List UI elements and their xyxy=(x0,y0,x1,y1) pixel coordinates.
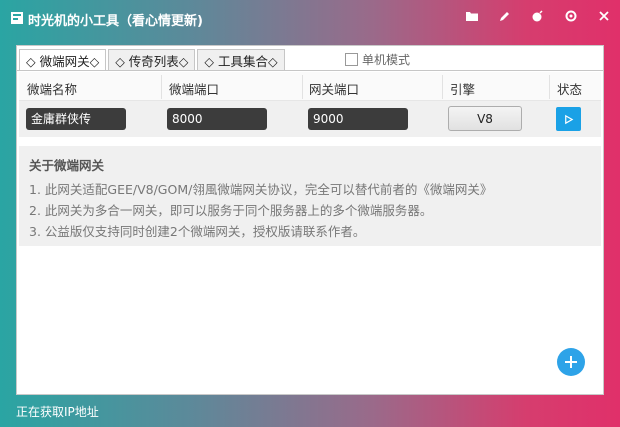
column-divider xyxy=(161,75,162,99)
column-divider xyxy=(302,75,303,99)
start-button[interactable] xyxy=(556,107,581,131)
header-status: 状态 xyxy=(557,82,583,97)
status-text: 正在获取IP地址 xyxy=(16,405,99,419)
gateway-port-field[interactable]: 9000 xyxy=(308,108,408,130)
pencil-icon[interactable] xyxy=(488,0,521,32)
header-gateway-port: 网关端口 xyxy=(309,82,360,97)
app-icon xyxy=(10,11,24,25)
column-divider xyxy=(442,75,443,99)
header-engine: 引擎 xyxy=(450,82,476,97)
engine-button[interactable]: V8 xyxy=(448,106,522,131)
folder-icon[interactable] xyxy=(455,0,488,32)
tab-bar: ◇ 微端网关◇ ◇ 传奇列表◇ ◇ 工具集合◇ xyxy=(19,49,287,71)
play-icon xyxy=(565,114,574,124)
header-micro-port: 微端端口 xyxy=(169,82,220,97)
about-section: 关于微端网关 1. 此网关适配GEE/V8/GOM/翎風微端网关协议，完全可以替… xyxy=(19,146,601,246)
about-line-3: 3. 公益版仅支持同时创建2个微端网关，授权版请联系作者。 xyxy=(29,224,366,239)
table-header: 微端名称 微端端口 网关端口 引擎 状态 xyxy=(19,72,601,101)
header-micro-name: 微端名称 xyxy=(27,82,78,97)
tab-tool-collection[interactable]: ◇ 工具集合◇ xyxy=(197,49,285,70)
tab-legend-list[interactable]: ◇ 传奇列表◇ xyxy=(108,49,196,70)
about-title: 关于微端网关 xyxy=(29,158,105,173)
gateway-table: 微端名称 微端端口 网关端口 引擎 状态 金庸群侠传 8000 9000 V8 xyxy=(19,72,601,137)
bomb-icon[interactable] xyxy=(521,0,554,32)
about-line-1: 1. 此网关适配GEE/V8/GOM/翎風微端网关协议，完全可以替代前者的《微端… xyxy=(29,182,493,197)
standalone-label: 单机模式 xyxy=(362,53,411,67)
main-panel: ◇ 微端网关◇ ◇ 传奇列表◇ ◇ 工具集合◇ 单机模式 微端名称 微端端口 网… xyxy=(16,45,604,395)
window-title: 时光机的小工具（看心情更新) xyxy=(28,14,203,29)
gear-icon[interactable] xyxy=(554,0,587,32)
add-gateway-button[interactable] xyxy=(557,348,585,376)
plus-icon xyxy=(565,356,577,368)
column-divider xyxy=(549,75,550,99)
standalone-checkbox[interactable] xyxy=(345,53,358,66)
about-line-2: 2. 此网关为多合一网关，即可以服务于同个服务器上的多个微端服务器。 xyxy=(29,203,433,218)
close-icon[interactable] xyxy=(587,0,620,32)
standalone-mode-toggle[interactable]: 单机模式 xyxy=(345,51,410,68)
tab-divider xyxy=(17,70,603,71)
title-bar[interactable]: 时光机的小工具（看心情更新) xyxy=(0,0,620,36)
micro-port-field[interactable]: 8000 xyxy=(167,108,267,130)
table-row: 金庸群侠传 8000 9000 V8 xyxy=(19,101,601,137)
micro-name-field[interactable]: 金庸群侠传 xyxy=(26,108,126,130)
tab-micro-gateway[interactable]: ◇ 微端网关◇ xyxy=(19,49,107,71)
